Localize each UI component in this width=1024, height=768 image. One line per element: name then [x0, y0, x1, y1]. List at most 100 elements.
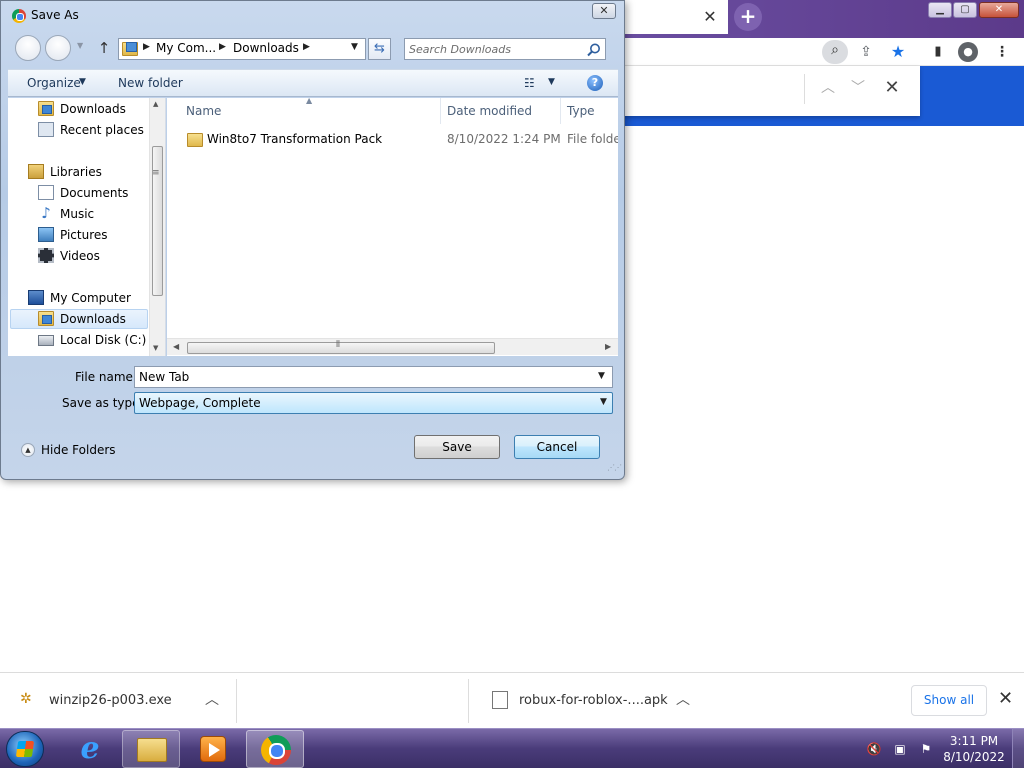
column-divider[interactable] — [440, 98, 441, 124]
file-name-combobox: ▼ — [134, 366, 613, 388]
breadcrumb-my-computer[interactable]: My Com... — [156, 41, 216, 55]
scrollbar-thumb[interactable]: ⦀ — [187, 340, 495, 354]
nav-item-label: Downloads — [60, 102, 126, 116]
column-header-name[interactable]: Name — [186, 104, 221, 118]
type-cell: File folder — [567, 132, 618, 146]
help-icon[interactable]: ? — [587, 75, 603, 91]
recent-locations-icon[interactable]: ▼ — [77, 41, 83, 50]
file-name-label: File name: — [75, 370, 137, 384]
disk-icon — [38, 335, 54, 346]
taskbar-internet-explorer[interactable]: e — [60, 730, 118, 768]
scroll-up-icon[interactable]: ▲ — [153, 100, 158, 108]
search-icon[interactable] — [586, 42, 602, 58]
find-close-icon[interactable]: ✕ — [882, 78, 902, 98]
scroll-down-icon[interactable]: ▼ — [153, 344, 158, 352]
internet-explorer-icon: e — [80, 731, 100, 766]
breadcrumb-arrow-icon[interactable]: ▶ — [303, 42, 310, 52]
bookmark-star-icon[interactable]: ★ — [888, 42, 908, 62]
windows-logo-icon — [15, 741, 35, 757]
resize-grip-icon[interactable]: ⋰⋰ — [607, 463, 622, 472]
chrome-icon — [261, 735, 291, 765]
close-shelf-icon[interactable]: ✕ — [998, 688, 1013, 709]
table-row[interactable]: Win8to7 Transformation Pack 8/10/2022 1:… — [167, 130, 618, 150]
libraries-icon — [28, 164, 44, 179]
scroll-right-icon[interactable]: ▶ — [605, 342, 611, 351]
breadcrumb-arrow-icon[interactable]: ▶ — [143, 42, 150, 52]
command-bar: Organize ▼ New folder ☷ ▼ ? — [8, 69, 618, 97]
horizontal-scrollbar[interactable]: ◀ ⦀ ▶ — [167, 338, 618, 355]
address-bar[interactable]: ▶ My Com... ▶ Downloads ▶ ▼ — [118, 38, 366, 60]
documents-icon — [38, 185, 54, 200]
save-button[interactable]: Save — [414, 435, 500, 459]
breadcrumb-arrow-icon[interactable]: ▶ — [219, 42, 226, 52]
breadcrumb-downloads[interactable]: Downloads — [233, 41, 299, 55]
new-tab-button[interactable]: + — [734, 3, 762, 31]
lens-icon[interactable]: ⌕ — [822, 40, 848, 64]
show-all-button[interactable]: Show all — [911, 685, 987, 716]
download-item[interactable]: ✲ winzip26-p003.exe ︿ — [0, 673, 236, 729]
maximize-button[interactable]: ▢ — [953, 2, 977, 18]
find-previous-icon[interactable]: ︿ — [818, 78, 838, 98]
folder-icon — [187, 133, 203, 147]
tab-close-icon[interactable]: ✕ — [702, 7, 718, 27]
window-close-button[interactable]: ✕ — [979, 2, 1019, 18]
nav-item-label: Music — [60, 207, 95, 221]
system-clock[interactable]: 3:11 PM 8/10/2022 — [942, 733, 1006, 765]
view-options-icon[interactable]: ☷ — [524, 76, 540, 90]
column-header-date-modified[interactable]: Date modified — [447, 104, 532, 118]
hide-folders-button[interactable]: ▲ Hide Folders — [19, 441, 119, 461]
chevron-up-icon[interactable]: ︿ — [676, 689, 690, 709]
find-next-icon[interactable]: ﹀ — [848, 78, 868, 98]
music-icon: ♪ — [41, 204, 51, 222]
download-file-name: robux-for-roblox-....apk — [519, 693, 668, 708]
nav-item-label: Local Disk (C:) — [60, 333, 147, 347]
taskbar-media-player[interactable] — [184, 730, 242, 768]
dialog-close-button[interactable]: ✕ — [592, 3, 616, 19]
refresh-icon[interactable]: ⇆ — [368, 38, 391, 60]
pictures-icon — [38, 227, 54, 242]
chevron-down-icon[interactable]: ▼ — [548, 77, 555, 87]
chevron-up-icon[interactable]: ︿ — [205, 689, 219, 709]
file-icon — [492, 691, 508, 709]
back-button[interactable] — [15, 35, 41, 61]
column-divider[interactable] — [560, 98, 561, 124]
file-name-field[interactable] — [139, 369, 579, 385]
recent-places-icon — [38, 122, 54, 137]
action-center-flag-icon[interactable]: ⚑ — [918, 741, 934, 757]
download-item[interactable]: robux-for-roblox-....apk ︿ — [237, 673, 690, 729]
new-folder-button[interactable]: New folder — [118, 76, 183, 90]
chevron-down-icon[interactable]: ▼ — [600, 397, 607, 407]
nav-pane-scrollbar[interactable]: ▲ ≡ ▼ — [149, 98, 165, 356]
profile-avatar-icon[interactable]: ● — [958, 42, 978, 62]
nav-item-label: Pictures — [60, 228, 108, 242]
kebab-menu-icon[interactable]: ⋮ — [992, 42, 1012, 62]
taskbar-file-explorer[interactable] — [122, 730, 180, 768]
save-as-type-select[interactable]: Webpage, Complete ▼ — [134, 392, 613, 414]
up-arrow-icon[interactable]: ↑ — [96, 39, 112, 57]
network-icon[interactable]: ▣ — [892, 741, 908, 757]
share-icon[interactable]: ⇪ — [856, 42, 876, 62]
download-shelf: ✲ winzip26-p003.exe ︿ robux-for-roblox-.… — [0, 672, 1024, 728]
chevron-down-icon[interactable]: ▼ — [79, 77, 86, 87]
screen: ✕ + ▁ ▢ ✕ ⌕ ⇪ ★ ▮ ● ⋮ ︿ ﹀ ✕ Save As ✕ ▼ … — [0, 0, 1024, 768]
file-name-cell: Win8to7 Transformation Pack — [207, 132, 383, 146]
chevron-down-icon[interactable]: ▼ — [598, 371, 605, 381]
taskbar-chrome[interactable] — [246, 730, 304, 768]
column-header-type[interactable]: Type — [567, 104, 595, 118]
scroll-left-icon[interactable]: ◀ — [173, 342, 179, 351]
minimize-button[interactable]: ▁ — [928, 2, 952, 18]
address-dropdown-icon[interactable]: ▼ — [351, 42, 358, 52]
download-divider — [468, 679, 469, 723]
find-bar-divider — [804, 74, 805, 104]
organize-button[interactable]: Organize — [27, 76, 81, 90]
show-desktop-button[interactable] — [1012, 729, 1024, 768]
volume-muted-icon[interactable]: 🔇 — [866, 741, 882, 757]
nav-item-label: Downloads — [60, 312, 126, 326]
start-button[interactable] — [6, 731, 44, 767]
cancel-button[interactable]: Cancel — [514, 435, 600, 459]
dialog-title: Save As — [31, 8, 79, 22]
search-input[interactable] — [409, 41, 579, 57]
forward-button[interactable] — [45, 35, 71, 61]
save-as-dialog: Save As ✕ ▼ ↑ ▶ My Com... ▶ Downloads ▶ … — [0, 0, 625, 480]
side-panel-icon[interactable]: ▮ — [928, 42, 948, 62]
